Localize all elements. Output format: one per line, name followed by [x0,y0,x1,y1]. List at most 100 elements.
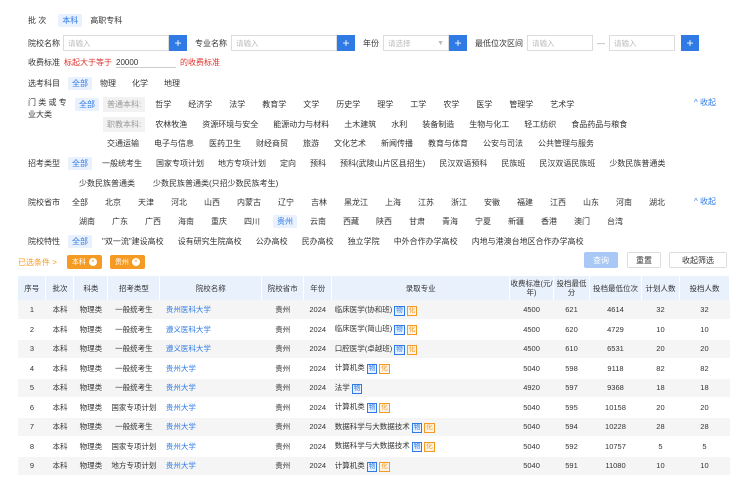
vocational-option-2-7[interactable]: 教育与体育 [424,137,472,150]
cell-school[interactable]: 遵义医科大学 [159,339,262,359]
province-option-15[interactable]: 山东 [579,196,603,209]
enroll-type-option-2[interactable]: 国家专项计划 [152,157,208,170]
province-option-2-3[interactable]: 海南 [174,215,198,228]
feature-option-5[interactable]: 独立学院 [344,235,384,248]
province-option-3[interactable]: 河北 [167,196,191,209]
province-option-10[interactable]: 江苏 [414,196,438,209]
province-option-7[interactable]: 吉林 [307,196,331,209]
vocational-option-3[interactable]: 土木建筑 [340,118,380,131]
province-option-11[interactable]: 浙江 [447,196,471,209]
feature-option-4[interactable]: 民办高校 [298,235,338,248]
province-option-13[interactable]: 福建 [513,196,537,209]
cell-school[interactable]: 贵州医科大学 [159,300,262,320]
vocational-option-2-1[interactable]: 电子与信息 [150,137,198,150]
vocational-option-8[interactable]: 食品药品与粮食 [567,118,631,131]
close-icon[interactable]: × [131,258,140,266]
enroll-type-option-4[interactable]: 定向 [276,157,300,170]
year-add-button[interactable]: + [449,35,467,51]
province-option-2-15[interactable]: 澳门 [570,215,594,228]
vocational-option-2-6[interactable]: 新闻传播 [377,137,417,150]
collapse-filter-button[interactable]: 收起筛选 [669,252,727,268]
rank-add-button[interactable]: + [681,35,699,51]
province-option-4[interactable]: 山西 [200,196,224,209]
province-option-2-9[interactable]: 陕西 [372,215,396,228]
subject-option-geography[interactable]: 地理 [160,77,184,90]
vocational-option-2-3[interactable]: 财经商贸 [252,137,292,150]
enroll-type-option-8[interactable]: 民族班 [497,157,529,170]
feature-option-1[interactable]: "双一流"建设高校 [98,235,168,248]
province-option-2-10[interactable]: 甘肃 [405,215,429,228]
province-option-2-16[interactable]: 台湾 [603,215,627,228]
enroll-type-option-3[interactable]: 地方专项计划 [214,157,270,170]
province-option-2-4[interactable]: 重庆 [207,215,231,228]
undergrad-option-1[interactable]: 经济学 [184,98,216,111]
enroll-type-option-2-0[interactable]: 少数民族普通类 [75,177,139,190]
undergrad-option-5[interactable]: 历史学 [332,98,364,111]
province-option-9[interactable]: 上海 [381,196,405,209]
province-option-17[interactable]: 湖北 [645,196,669,209]
undergrad-option-6[interactable]: 理学 [373,98,397,111]
cell-school[interactable]: 遵义医科大学 [159,319,262,340]
rank-to-input[interactable]: 请输入 [609,35,675,51]
feature-option-0[interactable]: 全部 [68,235,92,248]
enroll-type-option-10[interactable]: 少数民族普通类 [605,157,669,170]
vocational-option-2-0[interactable]: 交通运输 [103,137,143,150]
province-option-2-0[interactable]: 湖南 [75,215,99,228]
province-option-5[interactable]: 内蒙古 [233,196,265,209]
reset-button[interactable]: 重置 [627,252,661,268]
query-button[interactable]: 查询 [584,252,618,268]
cell-school[interactable]: 贵州大学 [159,436,262,457]
cell-school[interactable]: 贵州大学 [159,417,262,437]
province-option-2-14[interactable]: 香港 [537,215,561,228]
category-option-all[interactable]: 全部 [75,98,99,111]
province-option-6[interactable]: 辽宁 [274,196,298,209]
enroll-type-option-1[interactable]: 一般统考生 [98,157,146,170]
vocational-option-2-4[interactable]: 旅游 [299,137,323,150]
province-option-2-13[interactable]: 新疆 [504,215,528,228]
undergrad-option-2[interactable]: 法学 [225,98,249,111]
province-collapse[interactable]: ^ 收起 [694,196,716,207]
province-option-8[interactable]: 黑龙江 [340,196,372,209]
vocational-option-0[interactable]: 农林牧渔 [151,118,191,131]
subject-option-physics[interactable]: 物理 [96,77,120,90]
vocational-option-7[interactable]: 轻工纺织 [520,118,560,131]
year-select[interactable]: 请选择 ▼ [383,35,449,51]
cell-school[interactable]: 贵州大学 [159,397,262,418]
enroll-type-option-9[interactable]: 民汉双语民族班 [535,157,599,170]
province-option-2-1[interactable]: 广东 [108,215,132,228]
undergrad-option-10[interactable]: 管理学 [505,98,537,111]
province-option-14[interactable]: 江西 [546,196,570,209]
school-name-input[interactable]: 请输入 [63,35,169,51]
province-option-2-5[interactable]: 四川 [240,215,264,228]
batch-option-undergrad[interactable]: 本科 [58,14,83,27]
subject-option-all[interactable]: 全部 [68,77,92,90]
province-option-1[interactable]: 北京 [101,196,125,209]
subject-option-chemistry[interactable]: 化学 [128,77,152,90]
enroll-type-option-5[interactable]: 预科 [306,157,330,170]
undergrad-option-4[interactable]: 文学 [299,98,323,111]
major-name-input[interactable]: 请输入 [231,35,337,51]
rank-from-input[interactable]: 请输入 [527,35,593,51]
province-option-2-12[interactable]: 宁夏 [471,215,495,228]
province-option-16[interactable]: 河南 [612,196,636,209]
major-add-button[interactable]: + [337,35,355,51]
undergrad-option-11[interactable]: 艺术学 [546,98,578,111]
province-option-2[interactable]: 天津 [134,196,158,209]
cell-school[interactable]: 贵州大学 [159,358,262,379]
province-option-0[interactable]: 全部 [68,196,92,209]
categories-collapse[interactable]: ^ 收起 [694,97,716,108]
province-option-2-6[interactable]: 贵州 [273,215,297,228]
vocational-option-2-2[interactable]: 医药卫生 [205,137,245,150]
province-option-2-11[interactable]: 青海 [438,215,462,228]
vocational-option-2-9[interactable]: 公共管理与服务 [534,137,598,150]
undergrad-option-7[interactable]: 工学 [406,98,430,111]
vocational-option-5[interactable]: 装备制造 [418,118,458,131]
vocational-option-4[interactable]: 水利 [387,118,411,131]
province-option-2-7[interactable]: 云南 [306,215,330,228]
filter-chip-province[interactable]: 贵州 × [109,255,145,269]
vocational-option-2-8[interactable]: 公安与司法 [479,137,527,150]
fee-input[interactable]: 20000 [116,58,176,68]
vocational-option-1[interactable]: 资源环境与安全 [198,118,262,131]
undergrad-option-3[interactable]: 教育学 [258,98,290,111]
filter-chip-batch[interactable]: 本科 × [66,255,102,269]
